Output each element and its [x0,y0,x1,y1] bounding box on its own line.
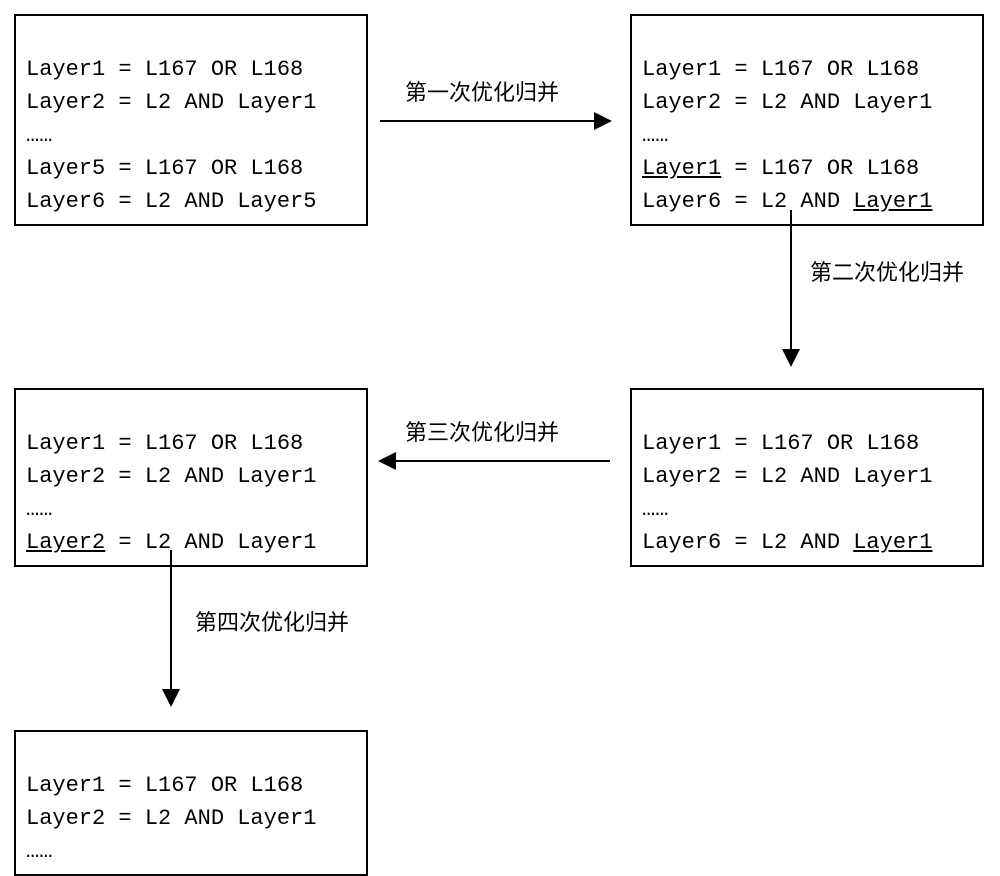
code-line: …… [642,123,668,148]
arrow-label-4: 第四次优化归并 [195,605,349,637]
code-line: Layer2 = L2 AND Layer1 [26,806,316,831]
code-line: Layer1 = L167 OR L168 [642,431,919,456]
underline-text: Layer1 [853,189,932,214]
box-step-4: Layer1 = L167 OR L168 Layer2 = L2 AND La… [14,388,368,567]
arrow-label-3: 第三次优化归并 [405,415,559,447]
arrowhead-icon [594,112,612,130]
code-line: Layer1 = L167 OR L168 [642,57,919,82]
code-line: Layer5 = L167 OR L168 [26,156,303,181]
code-line: Layer6 = L2 AND Layer1 [642,189,932,214]
code-line: …… [26,839,52,864]
code-line: …… [26,497,52,522]
code-line: Layer2 = L2 AND Layer1 [642,464,932,489]
arrowhead-icon [782,349,800,367]
code-line: Layer2 = L2 AND Layer1 [642,90,932,115]
code-line: Layer1 = L167 OR L168 [642,156,919,181]
code-line: Layer1 = L167 OR L168 [26,773,303,798]
underline-text: Layer2 [26,530,105,555]
box-step-5: Layer1 = L167 OR L168 Layer2 = L2 AND La… [14,730,368,876]
code-line: Layer1 = L167 OR L168 [26,57,303,82]
box-step-2: Layer1 = L167 OR L168 Layer2 = L2 AND La… [630,14,984,226]
underline-text: Layer1 [642,156,721,181]
arrow-label-1: 第一次优化归并 [405,75,559,107]
box-step-3: Layer1 = L167 OR L168 Layer2 = L2 AND La… [630,388,984,567]
code-line: Layer6 = L2 AND Layer1 [642,530,932,555]
code-line: Layer1 = L167 OR L168 [26,431,303,456]
diagram-stage: Layer1 = L167 OR L168 Layer2 = L2 AND La… [0,0,1000,869]
code-line: Layer6 = L2 AND Layer5 [26,189,316,214]
box-step-1: Layer1 = L167 OR L168 Layer2 = L2 AND La… [14,14,368,226]
code-line: …… [26,123,52,148]
arrowhead-icon [162,689,180,707]
arrowhead-icon [378,452,396,470]
underline-text: Layer1 [853,530,932,555]
code-line: …… [642,497,668,522]
arrow-label-2: 第二次优化归并 [810,255,964,287]
code-line: Layer2 = L2 AND Layer1 [26,464,316,489]
code-line: Layer2 = L2 AND Layer1 [26,90,316,115]
